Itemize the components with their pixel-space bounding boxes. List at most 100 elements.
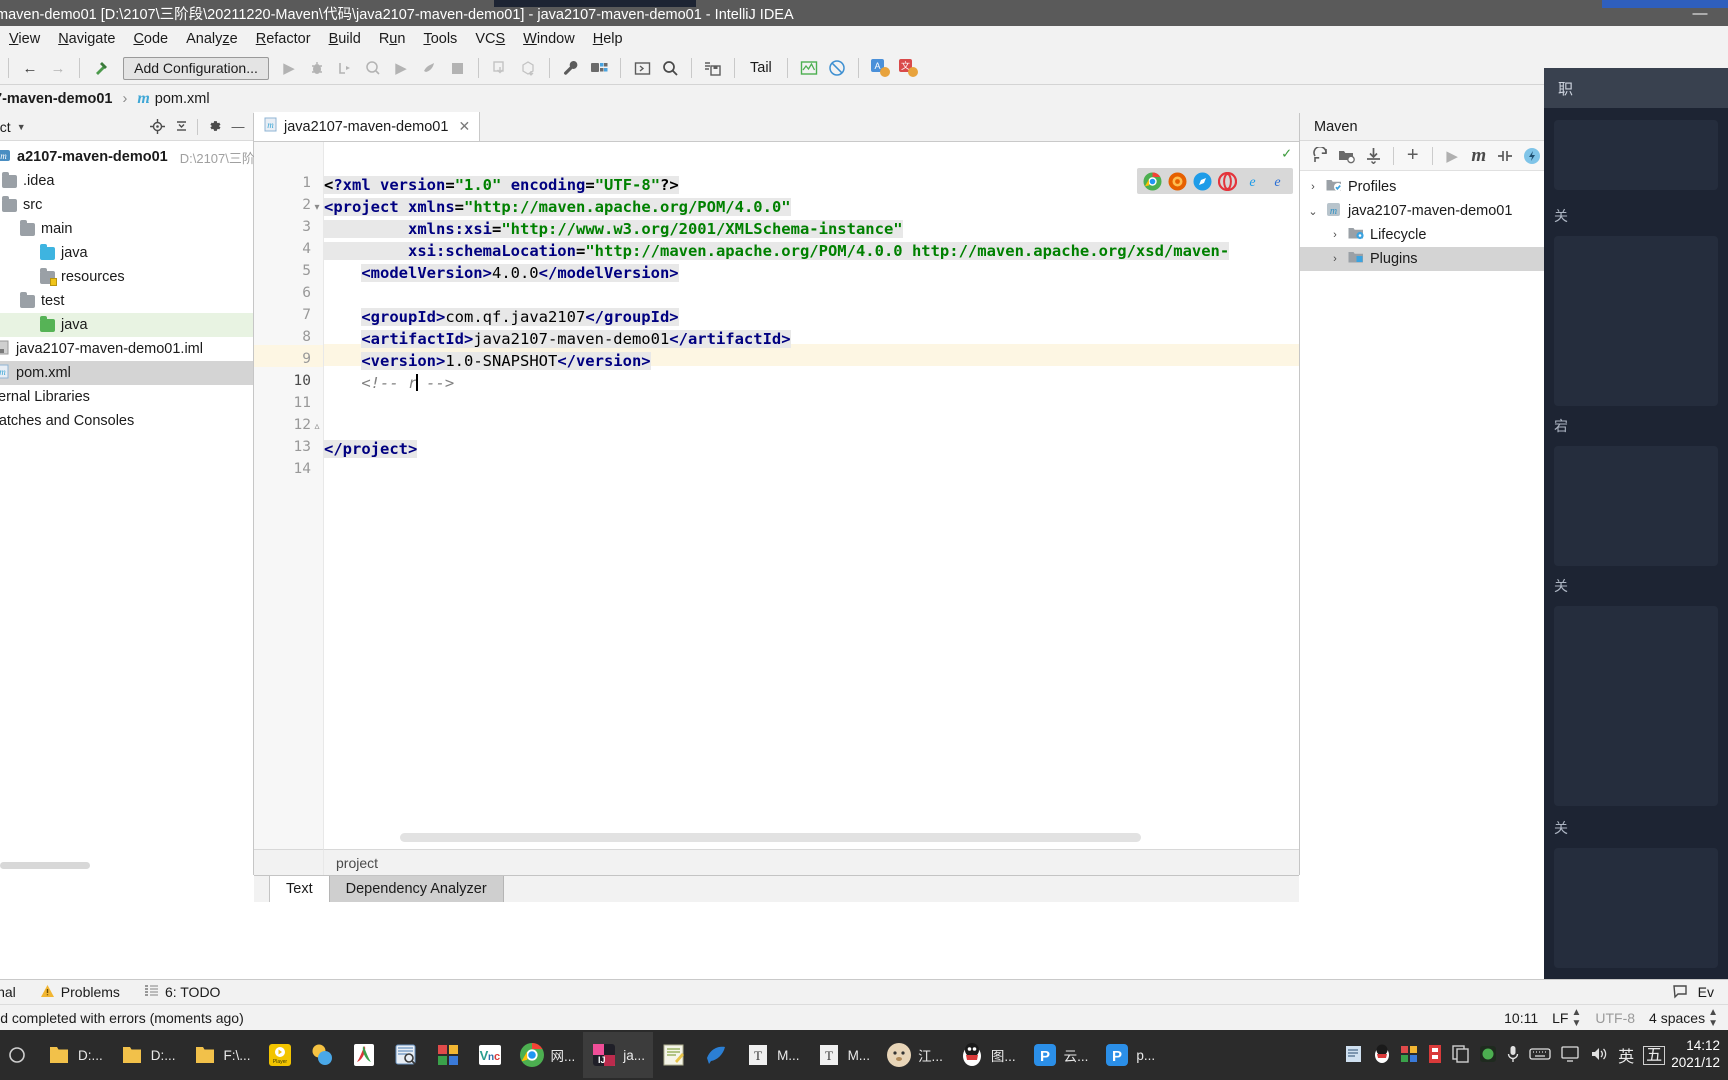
maven-row-project[interactable]: ⌄ m java2107-maven-demo01 — [1300, 199, 1544, 223]
right-overlay-item[interactable]: 关 — [1554, 206, 1568, 226]
menu-item-refactor[interactable]: Refactor — [247, 26, 320, 52]
run-anything-icon[interactable]: ▶ — [388, 55, 414, 81]
tree-row-test-java[interactable]: java — [0, 313, 253, 337]
taskbar-item-pycharm-1[interactable]: P 云... — [1024, 1032, 1097, 1078]
right-overlay-card[interactable] — [1554, 120, 1718, 190]
chrome-icon[interactable] — [1143, 172, 1162, 191]
ime-lang-icon[interactable]: 英 — [1618, 1043, 1634, 1067]
menu-item-view[interactable]: View — [0, 26, 49, 52]
menu-item-vcs[interactable]: VCS — [466, 26, 514, 52]
breadcrumb-element[interactable]: project — [336, 855, 378, 871]
chevron-right-icon[interactable]: › — [1328, 253, 1342, 265]
menu-item-code[interactable]: Code — [124, 26, 177, 52]
chevron-down-icon[interactable]: ⌄ — [1306, 205, 1320, 218]
debug-icon[interactable] — [304, 55, 330, 81]
tree-row-external-libraries[interactable]: ternal Libraries — [0, 385, 253, 409]
menu-item-analyze[interactable]: Analyze — [177, 26, 247, 52]
taskbar-item-navicat[interactable] — [695, 1032, 737, 1078]
minimize-button[interactable]: — — [1680, 2, 1720, 24]
tool-button-problems[interactable]: Problems — [28, 984, 132, 1001]
attach-debugger-icon[interactable] — [416, 55, 442, 81]
chart-icon[interactable] — [796, 55, 822, 81]
right-overlay-card[interactable] — [1554, 446, 1718, 566]
file-encoding[interactable]: UTF-8 — [1595, 1010, 1635, 1026]
breadcrumb-file[interactable]: pom.xml — [155, 91, 210, 107]
firefox-icon[interactable] — [1168, 172, 1187, 191]
indent-chevron-icon[interactable]: ▲ ▼ — [1708, 1007, 1718, 1029]
plus-icon[interactable]: + — [1400, 144, 1425, 168]
tab-dependency-analyzer[interactable]: Dependency Analyzer — [329, 876, 504, 902]
offline-icon[interactable] — [1519, 144, 1544, 168]
forward-arrow-icon[interactable]: → — [45, 55, 71, 81]
back-arrow-icon[interactable]: ← — [17, 55, 43, 81]
maven-row-profiles[interactable]: › Profiles — [1300, 175, 1544, 199]
download-icon[interactable] — [1361, 144, 1386, 168]
keyboard-icon[interactable] — [1529, 1046, 1551, 1065]
add-folder-icon[interactable] — [1335, 144, 1360, 168]
run-with-coverage-icon[interactable] — [332, 55, 358, 81]
terminal-icon[interactable] — [629, 55, 655, 81]
taskbar-item-pycharm-2[interactable]: P p... — [1096, 1032, 1163, 1078]
locate-icon[interactable] — [146, 116, 168, 138]
chevron-down-icon[interactable]: ▼ — [17, 122, 26, 132]
microphone-icon[interactable] — [1506, 1044, 1520, 1067]
collapse-all-icon[interactable] — [170, 116, 192, 138]
right-overlay-item[interactable]: 宕 — [1554, 416, 1568, 436]
tool-button-terminal[interactable]: inal — [0, 984, 28, 1000]
taskbar-item-folder-3[interactable]: F:\... — [184, 1032, 259, 1078]
project-structure-icon[interactable] — [586, 55, 612, 81]
edge-icon[interactable]: e — [1268, 172, 1287, 191]
taskbar-item-avatar-app[interactable]: 江... — [878, 1032, 951, 1078]
chevron-right-icon[interactable]: › — [1328, 229, 1342, 241]
taskbar-item-magnifier[interactable] — [385, 1032, 427, 1078]
notes-icon[interactable] — [1344, 1044, 1364, 1067]
tree-row-main-java[interactable]: java — [0, 241, 253, 265]
disable-icon[interactable] — [824, 55, 850, 81]
taskbar-item-intellij[interactable]: IJ ja... — [583, 1032, 654, 1078]
menu-item-tools[interactable]: Tools — [414, 26, 466, 52]
tool-button-todo[interactable]: 6: TODO — [132, 984, 233, 1000]
menu-item-run[interactable]: Run — [370, 26, 415, 52]
green-shield-icon[interactable] — [1479, 1045, 1497, 1066]
search-everywhere-icon[interactable] — [657, 55, 683, 81]
menu-item-help[interactable]: Help — [584, 26, 632, 52]
menu-item-build[interactable]: Build — [320, 26, 370, 52]
chevron-right-icon[interactable]: › — [1306, 181, 1320, 193]
save-all-icon[interactable] — [700, 55, 726, 81]
opera-icon[interactable] — [1217, 171, 1238, 191]
code-view[interactable]: <?xml version="1.0" encoding="UTF-8"?> <… — [324, 142, 1299, 875]
taskbar-item-typora-2[interactable]: T M... — [808, 1032, 879, 1078]
editor-tab-pom[interactable]: m java2107-maven-demo01 ✕ — [254, 112, 481, 141]
taskbar-clock[interactable]: 14:12 2021/12 — [1671, 1038, 1728, 1072]
copy-icon[interactable] — [1452, 1044, 1470, 1066]
right-overlay-item[interactable]: 关 — [1554, 576, 1568, 596]
event-log-label[interactable]: Ev — [1698, 984, 1714, 1000]
inspection-ok-icon[interactable]: ✓ — [1282, 144, 1291, 162]
commit-icon[interactable] — [515, 55, 541, 81]
right-overlay-item[interactable]: 关 — [1554, 818, 1568, 838]
project-panel-hscrollbar[interactable] — [0, 862, 90, 869]
ie-icon[interactable]: e — [1243, 172, 1262, 191]
line-separator[interactable]: LF — [1552, 1010, 1568, 1026]
taskbar-item-chrome[interactable]: 网... — [511, 1032, 584, 1078]
right-overlay-card[interactable] — [1554, 606, 1718, 806]
browser-preview-strip[interactable]: e e — [1137, 168, 1293, 194]
hammer-icon[interactable] — [88, 55, 114, 81]
taskbar-item-pdf[interactable] — [343, 1032, 385, 1078]
windows-icon[interactable] — [1400, 1045, 1418, 1066]
volume-icon[interactable] — [1589, 1045, 1609, 1066]
tree-row-src[interactable]: src — [0, 193, 253, 217]
right-overlay-card[interactable] — [1554, 848, 1718, 968]
taskbar-item-notepad[interactable] — [653, 1032, 695, 1078]
menu-item-window[interactable]: Window — [514, 26, 584, 52]
ime-mode-icon[interactable]: 五 — [1643, 1045, 1666, 1065]
event-log-icon[interactable] — [1672, 983, 1688, 1002]
tree-row-main[interactable]: main — [0, 217, 253, 241]
editor-gutter[interactable]: 1 2 3 4 5 6 7 8 9 10 11 12 13 14 ▾ ▵ — [254, 142, 324, 875]
fold-marker-end-icon[interactable]: ▵ — [312, 422, 322, 432]
tab-text[interactable]: Text — [270, 876, 330, 902]
taskbar-item-potplayer[interactable]: Player — [259, 1032, 301, 1078]
fold-marker-collapse-icon[interactable]: ▾ — [312, 203, 322, 213]
display-icon[interactable] — [1560, 1045, 1580, 1066]
translate-icon[interactable]: A — [867, 55, 893, 81]
